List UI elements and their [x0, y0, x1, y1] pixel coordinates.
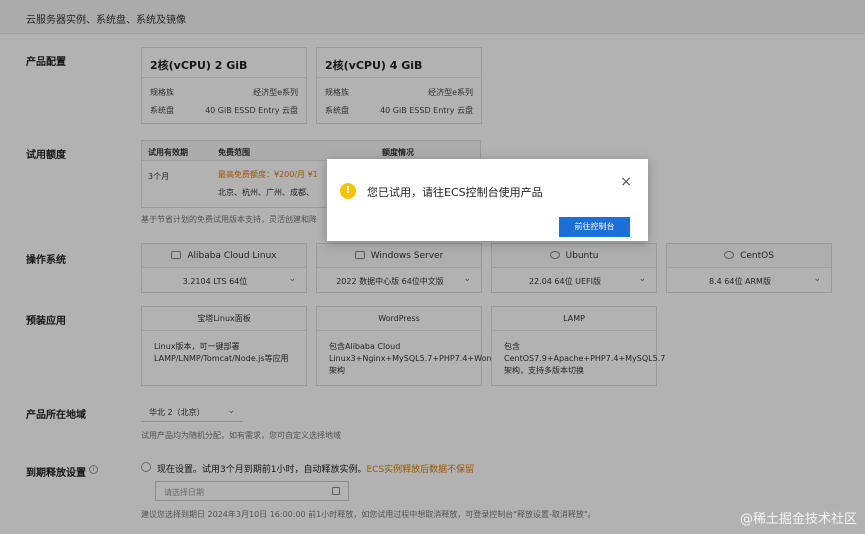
dialog-message: 您已试用，请往ECS控制台使用产品	[367, 186, 543, 199]
modal-overlay	[0, 0, 865, 534]
watermark: @稀土掘金技术社区	[739, 512, 857, 527]
warning-icon: !	[340, 183, 356, 199]
go-to-console-button[interactable]: 前往控制台	[559, 217, 630, 237]
trial-used-dialog: ! 您已试用，请往ECS控制台使用产品 × 前往控制台	[327, 159, 648, 241]
close-icon[interactable]: ×	[620, 175, 632, 189]
